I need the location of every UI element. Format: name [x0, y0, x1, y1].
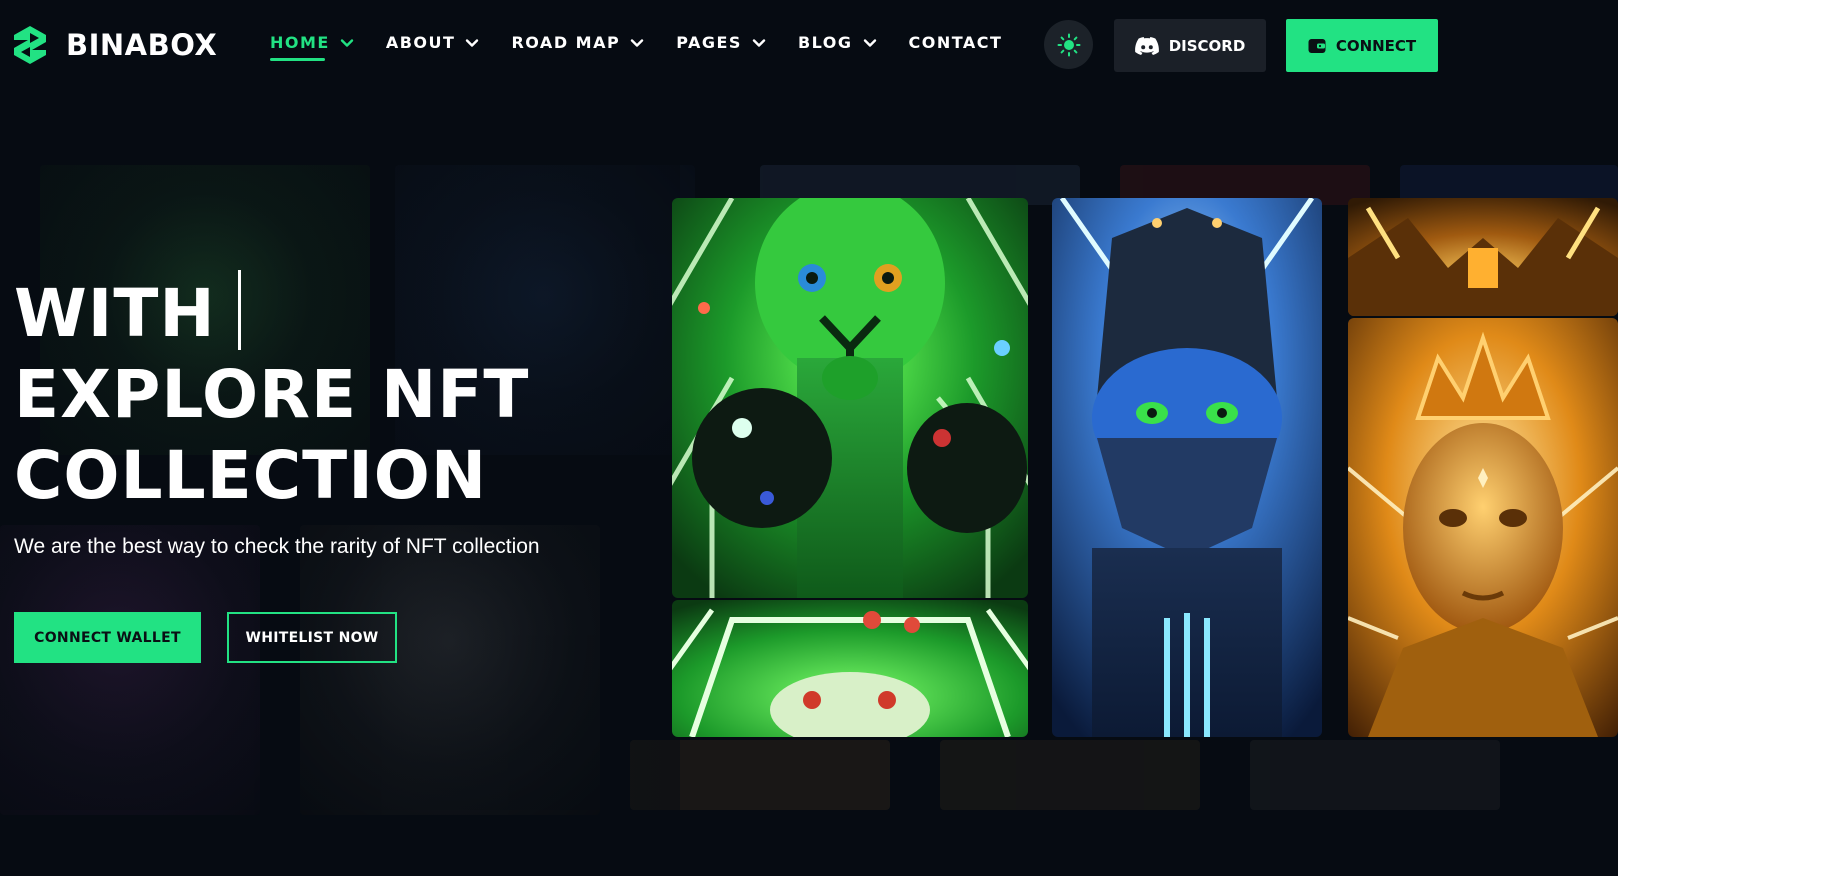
nav-item-label: HOME: [270, 33, 330, 52]
hero-line-2: EXPLORE NFT: [14, 356, 530, 433]
connect-button-label: CONNECT: [1335, 36, 1417, 55]
nav-item-label: ABOUT: [385, 33, 456, 52]
nav-item-label: CONTACT: [908, 33, 1003, 52]
blue-masked-artwork: [1052, 198, 1322, 737]
nft-card-blue-masked[interactable]: [1052, 198, 1322, 737]
discord-icon: [1134, 36, 1159, 55]
hero-typed-word: WITH: [14, 275, 216, 352]
chevron-down-icon: [631, 38, 644, 47]
nav-item-label: ROAD MAP: [511, 33, 621, 52]
chevron-down-icon: [863, 38, 876, 47]
golden-queen-artwork: [1348, 318, 1618, 737]
bg-tile-bottom-brown: [940, 740, 1200, 810]
hero-line-3: COLLECTION: [14, 437, 488, 514]
brand-logo[interactable]: BINABOX: [10, 24, 217, 66]
main-nav: HOME ABOUT ROAD MAP PAGES BLOG CONTACT: [270, 33, 1034, 52]
nft-card-green-alien[interactable]: [672, 198, 1028, 598]
discord-button[interactable]: DISCORD: [1114, 19, 1266, 72]
chevron-down-icon: [752, 38, 766, 47]
theme-toggle-button[interactable]: [1044, 20, 1093, 69]
connect-wallet-button[interactable]: CONNECT WALLET: [14, 612, 201, 663]
binabox-logo-icon: [14, 26, 46, 64]
brand-name: BINABOX: [66, 28, 218, 62]
hero-heading: WITH EXPLORE NFT COLLECTION: [14, 270, 529, 516]
bg-tile-bottom-grey: [1250, 740, 1500, 810]
whitelist-now-label: WHITELIST NOW: [245, 629, 379, 646]
nav-item-about[interactable]: ABOUT: [386, 33, 480, 52]
gamepad-artwork: [672, 600, 1028, 737]
sun-icon: [1057, 33, 1080, 56]
connect-wallet-label: CONNECT WALLET: [34, 629, 181, 646]
site-header: BINABOX HOME ABOUT ROAD MAP PAGES BLOG C…: [0, 0, 1618, 90]
nav-item-blog[interactable]: BLOG: [798, 33, 877, 52]
nav-item-home[interactable]: HOME: [270, 33, 354, 52]
nav-item-contact[interactable]: CONTACT: [909, 33, 1003, 52]
chevron-down-icon: [340, 38, 354, 47]
nav-item-label: PAGES: [676, 33, 742, 52]
nav-item-pages[interactable]: PAGES: [676, 33, 766, 52]
golden-machine-artwork: [1348, 198, 1618, 316]
wallet-icon: [1308, 38, 1326, 53]
chevron-down-icon: [466, 38, 479, 47]
nav-item-road-map[interactable]: ROAD MAP: [511, 33, 644, 52]
hero-subtitle: We are the best way to check the rarity …: [14, 535, 540, 558]
nft-card-golden-queen[interactable]: [1348, 318, 1618, 737]
green-alien-artwork: [672, 198, 1028, 598]
nav-item-label: BLOG: [797, 33, 853, 52]
typing-caret: [237, 270, 241, 350]
nft-card-golden-machine[interactable]: [1348, 198, 1618, 316]
connect-button[interactable]: CONNECT: [1286, 19, 1438, 72]
discord-button-label: DISCORD: [1168, 36, 1246, 55]
landing-page: BINABOX HOME ABOUT ROAD MAP PAGES BLOG C…: [0, 0, 1618, 876]
whitelist-now-button[interactable]: WHITELIST NOW: [227, 612, 397, 663]
nft-card-green-gamepad[interactable]: [672, 600, 1028, 737]
hero-line-1: WITH: [14, 270, 529, 354]
